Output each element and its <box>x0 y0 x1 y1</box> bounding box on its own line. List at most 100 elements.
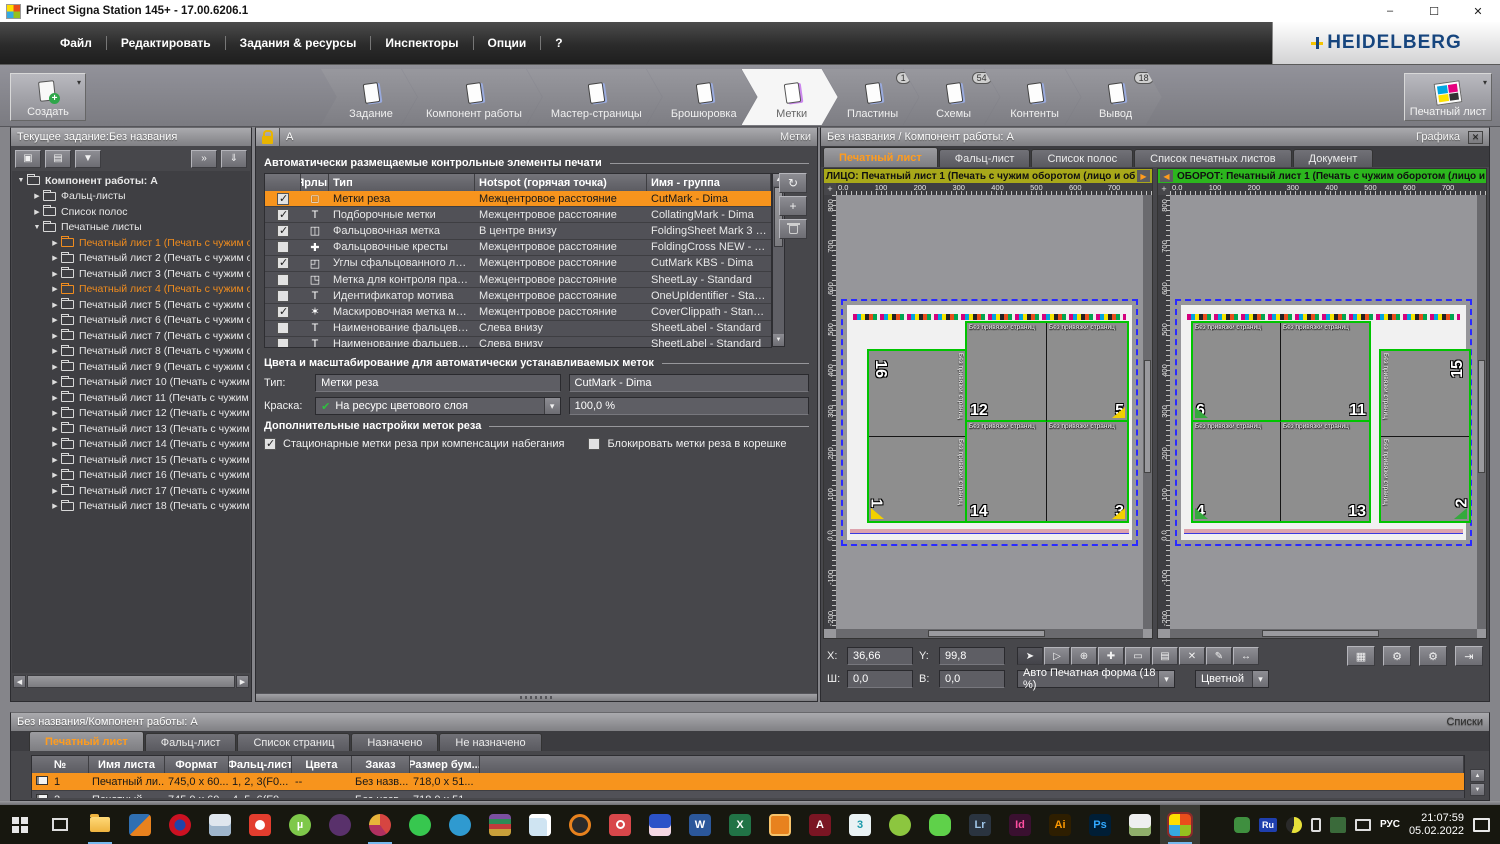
viewer-tool-button[interactable]: ▤ <box>1152 647 1178 665</box>
mark-enabled-checkbox[interactable] <box>277 241 289 254</box>
taskbar-item-3dsmax[interactable]: 3 <box>840 805 880 844</box>
scroll-right-icon[interactable]: ▶ <box>236 675 249 688</box>
menu-file[interactable]: Файл <box>46 30 106 56</box>
col-colors[interactable]: Цвета <box>292 756 352 773</box>
taskbar-item-calculator[interactable] <box>200 805 240 844</box>
expander-icon[interactable]: ▶ <box>50 316 60 324</box>
back-sheet[interactable]: Без привязки страниц 6 Без привязки стра… <box>1181 305 1471 540</box>
mark-row[interactable]: ✶ Маскировочная метка мотива Межцентрово… <box>265 304 771 321</box>
collapse-button[interactable]: ⇓ <box>221 149 247 168</box>
taskbar-item-indesign[interactable]: Id <box>1000 805 1040 844</box>
mark-row[interactable]: ◫ Фальцовочная метка В центре внизу Fold… <box>265 223 771 240</box>
tree-node-sheet[interactable]: ▶ Печатный лист 3 (Печать с чужим оборот… <box>12 266 250 282</box>
taskbar-item-media[interactable] <box>160 805 200 844</box>
network-tray-icon[interactable] <box>1354 818 1371 831</box>
viewer-tab[interactable]: Список полос <box>1031 149 1134 167</box>
taskbar-item-screenshot[interactable] <box>600 805 640 844</box>
viewer-action-button[interactable]: ▦ <box>1347 646 1375 666</box>
expander-icon[interactable]: ▶ <box>32 208 42 216</box>
lists-tab[interactable]: Назначено <box>351 733 439 751</box>
front-horizontal-scrollbar[interactable] <box>836 629 1143 638</box>
lock-button[interactable] <box>256 128 280 146</box>
add-button[interactable]: + <box>779 196 807 216</box>
expander-icon[interactable]: ▶ <box>50 502 60 510</box>
tree-node-sheet[interactable]: ▶ Печатный лист 8 (Печать с чужим оборот… <box>12 344 250 360</box>
notification-center-icon[interactable] <box>1473 817 1490 832</box>
create-button[interactable]: ▾ + Создать <box>10 73 86 121</box>
taskbar-item-snagit[interactable] <box>920 805 960 844</box>
taskbar-item-word[interactable]: W <box>680 805 720 844</box>
taskbar-item-reader[interactable] <box>760 805 800 844</box>
viewer-tab[interactable]: Документ <box>1292 149 1374 167</box>
viewer-action-button[interactable]: ⇥ <box>1455 646 1483 666</box>
page-1[interactable]: 1 Без привязки страниц <box>869 436 965 521</box>
viewer-tab[interactable]: Фальц-лист <box>938 149 1031 167</box>
start-button[interactable] <box>0 805 40 844</box>
task-view-button[interactable] <box>40 805 80 844</box>
menu-help[interactable]: ? <box>541 30 576 56</box>
sheet-row[interactable]: 1 Печатный ли... 745,0 x 60... 1, 2, 3(F… <box>32 773 1464 791</box>
tree-node-sheet[interactable]: ▶ Печатный лист 2 (Печать с чужим оборот… <box>12 251 250 267</box>
menu-options[interactable]: Опции <box>474 30 541 56</box>
page-5[interactable]: Без привязки страниц 5 <box>1047 323 1127 422</box>
page-6[interactable]: Без привязки страниц 6 <box>1193 323 1281 422</box>
sheets-vertical-scrollbar[interactable]: ▲ ▼ <box>1470 769 1485 796</box>
mark-row[interactable]: T Подборочные метки Межцентровое расстоя… <box>265 207 771 224</box>
antivirus-shield-icon[interactable] <box>1233 816 1250 833</box>
tree-node-sheet[interactable]: ▶ Печатный лист 10 (Печать с чужим оборо… <box>12 375 250 391</box>
taskbar-item-notepad[interactable] <box>520 805 560 844</box>
back-plate-selection[interactable]: Без привязки страниц 6 Без привязки стра… <box>1175 299 1472 546</box>
expander-icon[interactable]: ▶ <box>50 363 60 371</box>
moon-tray-icon[interactable] <box>1285 816 1302 833</box>
save-button[interactable]: ▣ <box>15 149 41 168</box>
page-13[interactable]: Без привязки страниц 13 <box>1281 422 1369 521</box>
viewer-tab[interactable]: Список печатных листов <box>1134 149 1292 167</box>
expander-icon[interactable]: ▶ <box>50 394 60 402</box>
scroll-up-icon[interactable]: ▲ <box>1470 769 1485 782</box>
taskbar-item-save[interactable] <box>640 805 680 844</box>
tree-node-sheet[interactable]: ▶ Печатный лист 6 (Печать с чужим оборот… <box>12 313 250 329</box>
zoom-dropdown[interactable]: Авто Печатная форма (18 %) <box>1017 667 1175 691</box>
taskbar-item-tor[interactable] <box>320 805 360 844</box>
menu-inspectors[interactable]: Инспекторы <box>371 30 472 56</box>
tree-node-foldsheets[interactable]: ▶ Фальц-листы <box>12 189 250 205</box>
col-paper-size[interactable]: Размер бум... <box>410 756 480 773</box>
workflow-step[interactable]: Задание <box>321 69 417 125</box>
mark-row[interactable]: ✚ Фальцовочные кресты Межцентровое расст… <box>265 239 771 256</box>
expander-icon[interactable]: ▶ <box>32 192 42 200</box>
ruler-origin-icon[interactable]: + <box>1158 183 1170 195</box>
expander-icon[interactable]: ▶ <box>50 471 60 479</box>
taskbar-item-photos[interactable] <box>1120 805 1160 844</box>
viewer-action-button[interactable]: ⚙ <box>1383 646 1411 666</box>
mark-enabled-checkbox[interactable] <box>277 192 289 205</box>
viewer-tool-button[interactable]: ✚ <box>1098 647 1124 665</box>
viewer-tool-button[interactable]: ⊕ <box>1071 647 1097 665</box>
expander-icon[interactable]: ▶ <box>50 378 60 386</box>
lock-cutmarks-spine-checkbox[interactable] <box>588 438 601 450</box>
chevron-down-icon[interactable]: ▾ <box>77 78 81 87</box>
x-field[interactable]: 36,66 <box>847 647 913 665</box>
mark-enabled-checkbox[interactable] <box>277 338 289 347</box>
mark-enabled-checkbox[interactable] <box>277 305 289 318</box>
tree-node-sheet[interactable]: ▶ Печатный лист 4 (Печать с чужим оборот… <box>12 282 250 298</box>
expander-icon[interactable]: ▶ <box>50 301 60 309</box>
menu-down-button[interactable]: ▼ <box>75 149 101 168</box>
scroll-down-icon[interactable]: ▼ <box>1470 783 1485 796</box>
expander-icon[interactable]: ▶ <box>50 487 60 495</box>
sync-tray-icon[interactable] <box>1329 816 1346 833</box>
tree-node-sheet[interactable]: ▶ Печатный лист 5 (Печать с чужим оборот… <box>12 297 250 313</box>
sync-button[interactable]: ↻ <box>779 173 807 193</box>
y-field[interactable]: 99,8 <box>939 647 1005 665</box>
ink-percent-field[interactable]: 100,0 % <box>568 397 809 415</box>
taskbar-item-leaf[interactable] <box>880 805 920 844</box>
language-indicator[interactable]: РУС <box>1380 819 1400 830</box>
lists-tab[interactable]: Фальц-лист <box>144 733 237 751</box>
lists-tab[interactable]: Не назначено <box>439 733 542 751</box>
viewer-action-button[interactable]: ⚙ <box>1419 646 1447 666</box>
expander-icon[interactable]: ▶ <box>50 270 60 278</box>
taskbar-item-telegram[interactable] <box>440 805 480 844</box>
tree-horizontal-scrollbar[interactable]: ◀ ▶ <box>13 675 249 688</box>
back-horizontal-scrollbar[interactable] <box>1170 629 1477 638</box>
print-button[interactable]: ▤ <box>45 149 71 168</box>
viewer-tool-button[interactable]: ▷ <box>1044 647 1070 665</box>
